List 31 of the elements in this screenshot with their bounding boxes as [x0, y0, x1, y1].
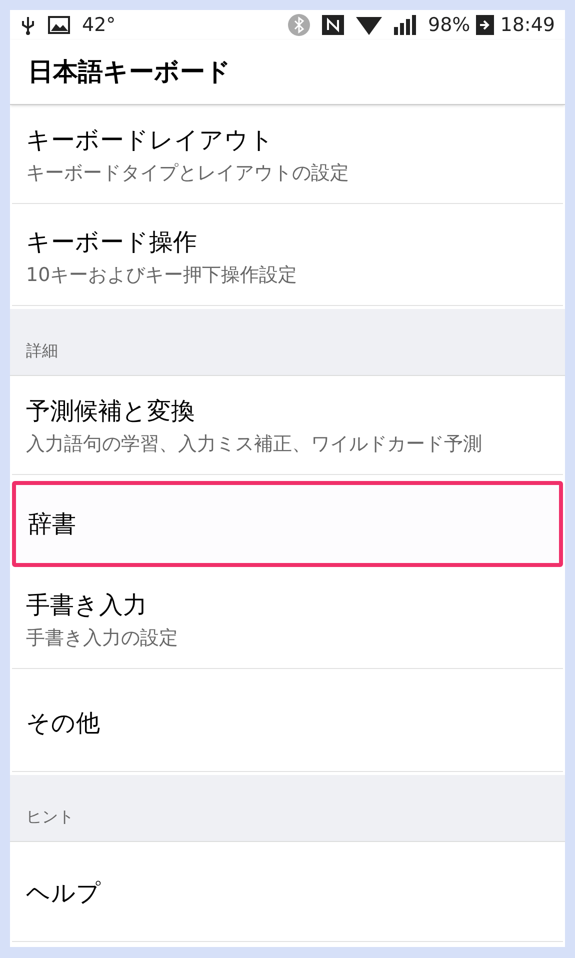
app-bar-title: 日本語キーボード [28, 56, 231, 88]
clock-time: 18:49 [500, 12, 555, 38]
item-summary: 10キーおよびキー押下操作設定 [26, 262, 298, 288]
settings-item[interactable]: 手書き入力 手書き入力の設定 [12, 573, 563, 669]
section-header: 詳細 [26, 340, 58, 362]
item-title: 手書き入力 [26, 590, 148, 620]
temperature-text: 42° [82, 12, 116, 38]
image-icon [48, 16, 70, 34]
item-title: キーボードレイアウト [26, 124, 275, 156]
wifi-icon [356, 15, 382, 35]
usb-icon [20, 15, 36, 35]
settings-item[interactable]: キーボード操作 10キーおよびキー押下操作設定 [12, 210, 563, 306]
settings-item[interactable]: 予測候補と変換 入力語句の学習、入力ミス補正、ワイルドカード予測 [12, 379, 563, 475]
item-title: 辞書 [28, 509, 77, 540]
signal-icon [394, 15, 416, 35]
battery-percentage: 98% [428, 12, 470, 38]
item-summary: 入力語句の学習、入力ミス補正、ワイルドカード予測 [26, 432, 483, 456]
bluetooth-icon [288, 14, 310, 36]
item-title: ヘルプ [26, 878, 102, 909]
item-title: その他 [26, 708, 101, 739]
item-title: キーボード操作 [26, 226, 198, 258]
item-summary: キーボードタイプとレイアウトの設定 [26, 160, 350, 186]
nfc-icon [322, 15, 344, 35]
settings-item[interactable]: キーボードレイアウト キーボードタイプとレイアウトの設定 [12, 108, 563, 204]
settings-item[interactable]: ヘルプ [12, 845, 563, 942]
item-summary: 手書き入力の設定 [26, 626, 179, 650]
charging-battery-icon [476, 15, 494, 35]
settings-item[interactable]: その他 [12, 675, 563, 772]
section-header: ヒント [26, 806, 74, 828]
settings-item[interactable]: 辞書 [12, 481, 563, 567]
item-title: 予測候補と変換 [26, 396, 196, 426]
